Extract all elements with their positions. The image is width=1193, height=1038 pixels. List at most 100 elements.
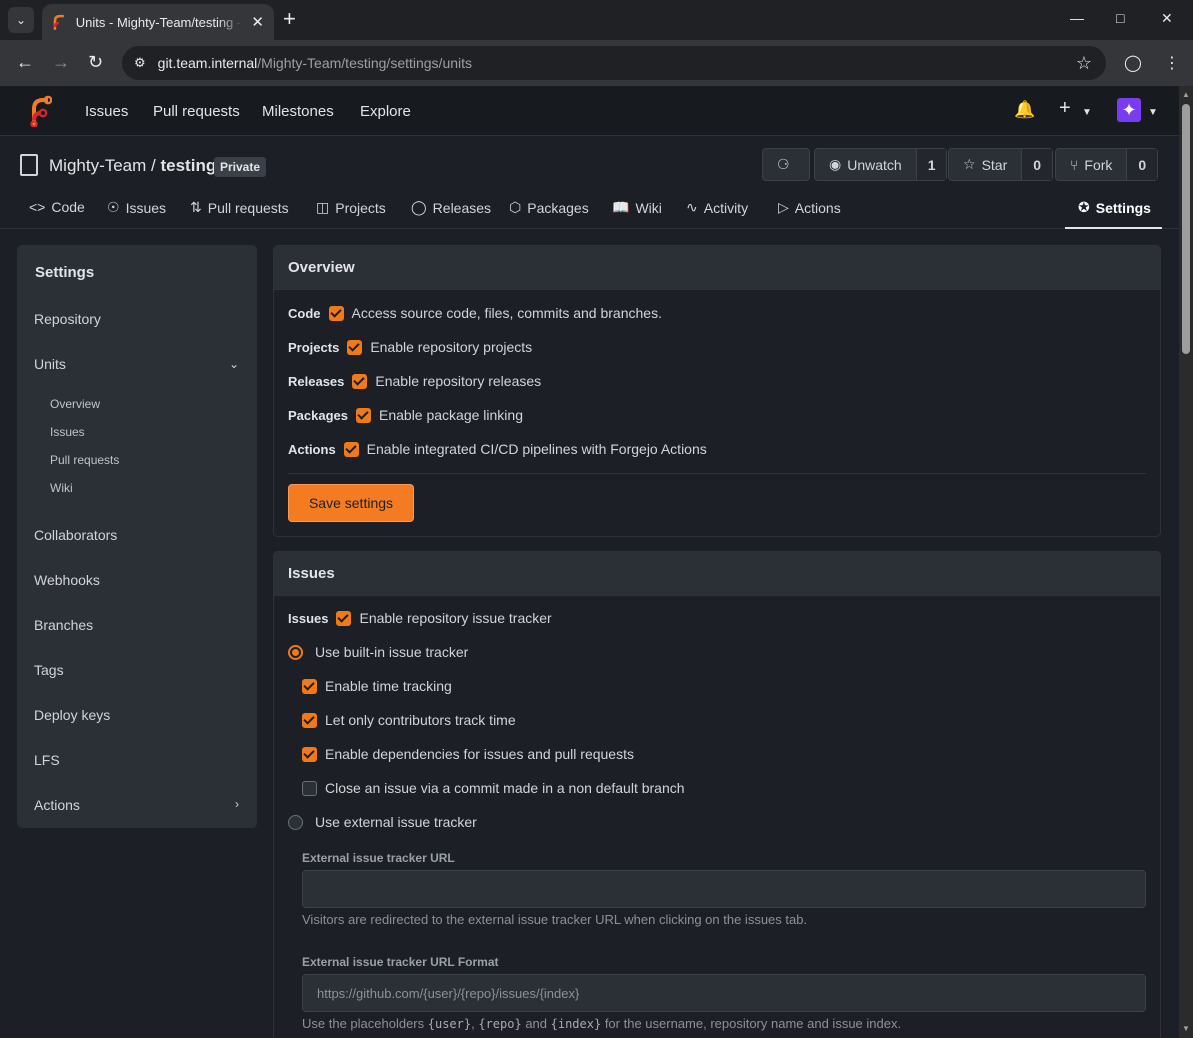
tab-projects[interactable]: ◫ Projects (316, 199, 386, 216)
row-label: Close an issue via a commit made in a no… (325, 780, 685, 796)
reload-icon[interactable]: ↻ (88, 52, 103, 72)
browser-menu-icon[interactable]: ⋮ (1164, 53, 1180, 73)
address-bar[interactable]: ⚙ git.team.internal/Mighty-Team/testing/… (122, 46, 1106, 80)
tab-releases[interactable]: ◯ Releases (411, 199, 491, 216)
fork-button[interactable]: ⑂ Fork 0 (1055, 148, 1159, 181)
close-non-default-checkbox[interactable] (302, 780, 317, 796)
chevron-down-icon: ⌄ (15, 13, 27, 27)
watch-count[interactable]: 1 (915, 149, 947, 180)
minimize-icon[interactable]: — (1070, 10, 1084, 26)
packages-row: Packages Enable package linking (288, 407, 523, 423)
page-scrollbar[interactable]: ▲ ▼ (1179, 86, 1193, 1038)
settings-sidebar: Settings Repository Units ⌄ Overview Iss… (17, 245, 257, 828)
tab-pull-requests[interactable]: ⇅ Pull requests (190, 199, 289, 216)
row-label: Enable package linking (379, 407, 523, 423)
notifications-bell-icon[interactable]: 🔔 (1014, 100, 1035, 120)
fork-count[interactable]: 0 (1126, 149, 1158, 180)
save-settings-button[interactable]: Save settings (288, 484, 414, 522)
nav-explore[interactable]: Explore (360, 103, 411, 120)
row-key: Projects (288, 339, 340, 355)
sidebar-subitem-overview[interactable]: Overview (50, 397, 100, 411)
packages-checkbox[interactable] (356, 407, 371, 423)
builtin-tracker-radio[interactable] (288, 644, 303, 660)
sidebar-item-actions[interactable]: Actions (34, 797, 80, 813)
ext-format-input[interactable]: https://github.com/{user}/{repo}/issues/… (302, 974, 1146, 1012)
forward-arrow-icon[interactable]: → (52, 52, 70, 72)
unwatch-button[interactable]: ◉ Unwatch 1 (814, 148, 948, 181)
sidebar-subitem-issues[interactable]: Issues (50, 425, 85, 439)
external-tracker-row: Use external issue tracker (288, 814, 477, 830)
star-count[interactable]: 0 (1021, 149, 1053, 180)
ext-url-input[interactable] (302, 870, 1146, 908)
time-tracking-checkbox[interactable] (302, 678, 317, 694)
external-tracker-radio[interactable] (288, 814, 303, 830)
create-plus-icon[interactable]: + (1059, 97, 1071, 120)
dependencies-checkbox[interactable] (302, 746, 317, 762)
avatar[interactable]: ✦ (1117, 98, 1141, 122)
releases-checkbox[interactable] (352, 373, 368, 389)
sidebar-item-units[interactable]: Units (34, 356, 66, 372)
nav-pull-requests[interactable]: Pull requests (153, 103, 240, 120)
forgejo-logo-icon[interactable] (28, 95, 52, 127)
contributors-time-checkbox[interactable] (302, 712, 317, 728)
star-button[interactable]: ☆ Star 0 (948, 148, 1054, 181)
fork-icon: ⑂ (1070, 156, 1079, 173)
row-label: Use external issue tracker (315, 814, 477, 830)
scroll-down-arrow-icon[interactable]: ▼ (1182, 1024, 1190, 1033)
browser-tab[interactable]: Units - Mighty-Team/testing - Forgejo ✕ (42, 4, 274, 40)
nav-milestones[interactable]: Milestones (262, 103, 334, 120)
back-arrow-icon[interactable]: ← (16, 52, 34, 72)
sidebar-item-tags[interactable]: Tags (34, 662, 64, 678)
site-info-icon[interactable]: ⚙ (134, 55, 146, 71)
tab-issues[interactable]: ☉ Issues (107, 199, 166, 216)
forgejo-favicon-icon (53, 14, 64, 30)
tab-search-button[interactable]: ⌄ (8, 7, 34, 33)
repo-header: Mighty-Team / testing Private ⚆ ◉ Unwatch… (0, 137, 1179, 229)
sidebar-subitem-wiki[interactable]: Wiki (50, 481, 73, 495)
builtin-tracker-row: Use built-in issue tracker (288, 644, 468, 660)
profile-icon[interactable]: ◯ (1124, 53, 1142, 73)
sidebar-item-lfs[interactable]: LFS (34, 752, 60, 768)
sidebar-item-repository[interactable]: Repository (34, 311, 101, 327)
row-key: Releases (288, 373, 345, 389)
projects-checkbox[interactable] (347, 339, 363, 355)
tab-code[interactable]: <> Code (29, 199, 85, 215)
maximize-icon[interactable]: □ (1116, 10, 1124, 26)
tab-actions[interactable]: ▷ Actions (778, 199, 841, 216)
repo-name-link[interactable]: testing (160, 156, 216, 175)
issues-enable-checkbox[interactable] (336, 610, 352, 626)
sidebar-subitem-pull-requests[interactable]: Pull requests (50, 453, 119, 467)
browser-toolbar: ← → ↻ ⚙ git.team.internal/Mighty-Team/te… (0, 40, 1193, 86)
chevron-down-icon[interactable]: ⌄ (229, 357, 239, 371)
tab-settings[interactable]: ✪ Settings (1078, 199, 1151, 216)
scrollbar-thumb[interactable] (1182, 104, 1190, 354)
rss-feed-button[interactable]: ⚆ (762, 148, 810, 181)
chevron-down-icon[interactable]: ▼ (1082, 107, 1092, 118)
eye-slash-icon: ◉ (829, 156, 842, 172)
fork-label: Fork (1084, 156, 1113, 173)
window-close-icon[interactable]: ✕ (1161, 10, 1173, 27)
scroll-up-arrow-icon[interactable]: ▲ (1182, 90, 1190, 99)
code-checkbox[interactable] (328, 305, 344, 321)
chevron-right-icon[interactable]: › (235, 797, 239, 811)
star-label: Star (981, 156, 1008, 173)
bookmark-star-icon[interactable]: ☆ (1076, 53, 1092, 74)
chevron-down-icon[interactable]: ▼ (1148, 107, 1158, 118)
issues-enable-row: Issues Enable repository issue tracker (288, 610, 552, 626)
sidebar-item-deploy-keys[interactable]: Deploy keys (34, 707, 110, 723)
nav-issues[interactable]: Issues (85, 103, 128, 120)
row-label: Enable dependencies for issues and pull … (325, 746, 634, 762)
tab-wiki[interactable]: 📖 Wiki (612, 199, 662, 216)
close-icon[interactable]: ✕ (251, 13, 264, 31)
sidebar-item-collaborators[interactable]: Collaborators (34, 527, 117, 543)
placeholder-index: {index} (550, 1017, 602, 1031)
sidebar-title: Settings (35, 264, 95, 281)
forgejo-page: Issues Pull requests Milestones Explore … (0, 86, 1179, 1038)
tab-activity[interactable]: ∿ Activity (686, 199, 748, 216)
tab-packages[interactable]: ⬡ Packages (509, 199, 589, 216)
repo-owner-link[interactable]: Mighty-Team (49, 156, 146, 175)
new-tab-plus-icon[interactable]: + (283, 8, 296, 30)
sidebar-item-webhooks[interactable]: Webhooks (34, 572, 100, 588)
sidebar-item-branches[interactable]: Branches (34, 617, 93, 633)
actions-checkbox[interactable] (343, 441, 359, 457)
